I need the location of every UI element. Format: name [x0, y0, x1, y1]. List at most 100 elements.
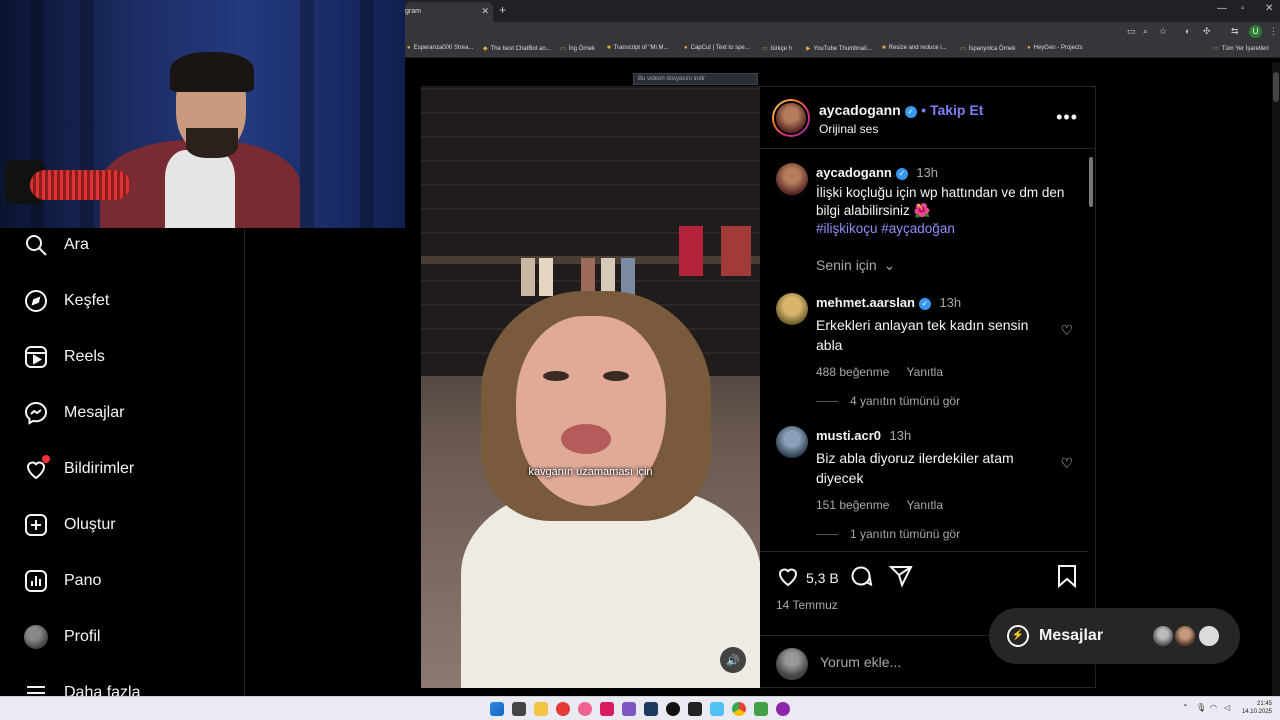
messenger-icon: ⚡ — [1007, 625, 1029, 647]
like-comment-icon[interactable]: ♡ — [1060, 455, 1073, 472]
app-icon[interactable] — [776, 702, 790, 716]
like-icon[interactable] — [776, 564, 800, 594]
profile-sync-icon[interactable]: ⇆ — [1231, 26, 1239, 37]
mic-icon[interactable]: 🎙 — [1196, 703, 1206, 712]
app-icon[interactable] — [754, 702, 768, 716]
comment-username[interactable]: musti.acr0 — [816, 428, 881, 443]
post-header: aycadogann ✓ • Takip Et Orijinal ses ••• — [760, 87, 1096, 149]
sidebar-item-create[interactable]: Oluştur — [24, 510, 116, 540]
file-explorer-icon[interactable] — [534, 702, 548, 716]
more-options-icon[interactable]: ••• — [1056, 107, 1078, 128]
bookmark-item[interactable]: ● HeyGen - Projects — [1027, 45, 1083, 51]
minimize-icon[interactable]: — — [1217, 3, 1227, 14]
folder-icon: ▭ — [762, 46, 768, 52]
reel-video[interactable]: kavganın uzamaması için 🔊 — [421, 86, 760, 688]
comments-scrollbar[interactable] — [1088, 151, 1094, 551]
sidebar-item-dashboard[interactable]: Pano — [24, 566, 101, 596]
follow-button[interactable]: • Takip Et — [921, 102, 983, 118]
microphone — [30, 170, 130, 200]
comment-likes[interactable]: 488 beğenme — [816, 365, 889, 379]
browser-tab[interactable]: gram ✕ — [405, 2, 493, 22]
bookmark-item[interactable]: ▶ YouTube Thumbnail... — [806, 45, 872, 52]
plus-square-icon — [24, 513, 48, 537]
post-caption: aycadogann ✓ 13h İlişki koçluğu için wp h… — [816, 164, 1066, 238]
wifi-icon[interactable]: ◠ — [1210, 703, 1217, 712]
bookmark-item[interactable]: ▭ İng Örnek — [560, 45, 595, 52]
sidebar-item-search[interactable]: Ara — [24, 230, 89, 260]
browser-menu-icon[interactable]: ⋮ — [1269, 26, 1278, 37]
capcut-icon[interactable] — [688, 702, 702, 716]
extension-icon[interactable]: ◐ — [1185, 26, 1190, 36]
current-user-avatar — [776, 648, 808, 680]
bookmark-icon[interactable] — [1056, 564, 1078, 594]
app-icon[interactable] — [556, 702, 570, 716]
author-avatar[interactable] — [776, 163, 808, 195]
sidebar-item-explore[interactable]: Keşfet — [24, 286, 109, 316]
bookmark-favicon-icon: ■ — [607, 45, 611, 51]
puzzle-icon[interactable]: ✣ — [1203, 26, 1211, 37]
download-extension-bar[interactable]: Bu videon dosyasını indir — [633, 73, 758, 85]
bookmark-item[interactable]: ● CapCut | Text to spe... — [684, 45, 750, 51]
chevron-down-icon: ⌄ — [883, 257, 896, 273]
reply-button[interactable]: Yanıtla — [907, 365, 943, 379]
bookmark-item[interactable]: ■ Transcript of "Mi M... — [607, 45, 669, 51]
reply-button[interactable]: Yanıtla — [907, 498, 943, 512]
bookmark-item[interactable]: ▭ türkçe h — [762, 45, 792, 52]
caption-username[interactable]: aycadogann — [816, 165, 892, 180]
system-clock[interactable]: 21:45 14.10.2025 — [1242, 700, 1272, 716]
task-view-icon[interactable] — [512, 702, 526, 716]
speaker-icon[interactable]: ◁ — [1224, 703, 1230, 712]
messages-floating-button[interactable]: ⚡ Mesajlar — [989, 608, 1240, 664]
bookmark-favicon-icon: ▶ — [806, 46, 811, 52]
account-avatar[interactable]: U — [1249, 25, 1262, 38]
notification-dot — [42, 455, 50, 463]
commenter-avatar[interactable] — [776, 426, 808, 458]
app-icon[interactable] — [578, 702, 592, 716]
comment-time: 13h — [889, 428, 912, 443]
screen-cast-icon[interactable]: ▭ — [1127, 26, 1136, 37]
photoshop-icon[interactable] — [644, 702, 658, 716]
view-replies-button[interactable]: 1 yanıtın tümünü gör — [816, 527, 960, 541]
sidebar-item-messages[interactable]: Mesajlar — [24, 398, 124, 428]
new-tab-icon[interactable]: + — [499, 3, 506, 17]
like-comment-icon[interactable]: ♡ — [1060, 322, 1073, 339]
comment-filter-dropdown[interactable]: Senin için ⌄ — [816, 257, 895, 274]
bookmark-item[interactable]: ● Esperanza000 Strea... — [407, 45, 473, 51]
start-icon[interactable] — [490, 702, 504, 716]
app-icon[interactable] — [710, 702, 724, 716]
volume-icon[interactable]: 🔊 — [720, 647, 746, 673]
sidebar-item-profile[interactable]: Profil — [24, 622, 100, 652]
sidebar-item-reels[interactable]: Reels — [24, 342, 105, 372]
add-comment-input[interactable]: Yorum ekle... — [820, 654, 901, 670]
author-avatar[interactable] — [772, 99, 810, 137]
bookmark-favicon-icon: ● — [407, 45, 411, 51]
tiktok-icon[interactable] — [666, 702, 680, 716]
maximize-icon[interactable]: ▫ — [1241, 3, 1245, 14]
author-username[interactable]: aycadogann — [819, 102, 901, 118]
view-replies-button[interactable]: 4 yanıtın tümünü gör — [816, 394, 960, 408]
bookmark-item[interactable]: ◆ The best ChatBot an... — [483, 45, 551, 52]
share-icon[interactable] — [888, 564, 913, 594]
all-bookmarks-folder[interactable]: ▭ Tüm Yer İşaretleri — [1213, 45, 1269, 52]
comment-icon[interactable] — [849, 564, 873, 594]
tray-chevron-icon[interactable]: ⌃ — [1182, 703, 1189, 712]
close-tab-icon[interactable]: ✕ — [481, 6, 489, 17]
original-audio-link[interactable]: Orijinal ses — [819, 122, 878, 136]
chrome-icon[interactable] — [732, 702, 746, 716]
zoom-icon[interactable]: ⌕ — [1143, 26, 1148, 37]
sidebar-item-notifications[interactable]: Bildirimler — [24, 454, 134, 484]
caption-hashtags[interactable]: #ilişkikoçu #ayçadoğan — [816, 220, 1066, 238]
bookmark-item[interactable]: ■ Resize and reduce i... — [882, 45, 947, 51]
window-close-icon[interactable]: ✕ — [1265, 3, 1273, 14]
page-scrollbar[interactable] — [1272, 62, 1280, 696]
heart-icon — [24, 455, 50, 481]
bookmark-item[interactable]: ▭ İspanyolca Örnek — [960, 45, 1015, 52]
sidebar-item-label: Keşfet — [64, 292, 110, 309]
comment-likes[interactable]: 151 beğenme — [816, 498, 889, 512]
comment-username[interactable]: mehmet.aarslan — [816, 295, 915, 310]
commenter-avatar[interactable] — [776, 293, 808, 325]
like-count[interactable]: 5,3 B — [806, 570, 839, 586]
app-icon[interactable] — [622, 702, 636, 716]
instagram-icon[interactable] — [600, 702, 614, 716]
bookmark-star-icon[interactable]: ☆ — [1159, 26, 1167, 37]
